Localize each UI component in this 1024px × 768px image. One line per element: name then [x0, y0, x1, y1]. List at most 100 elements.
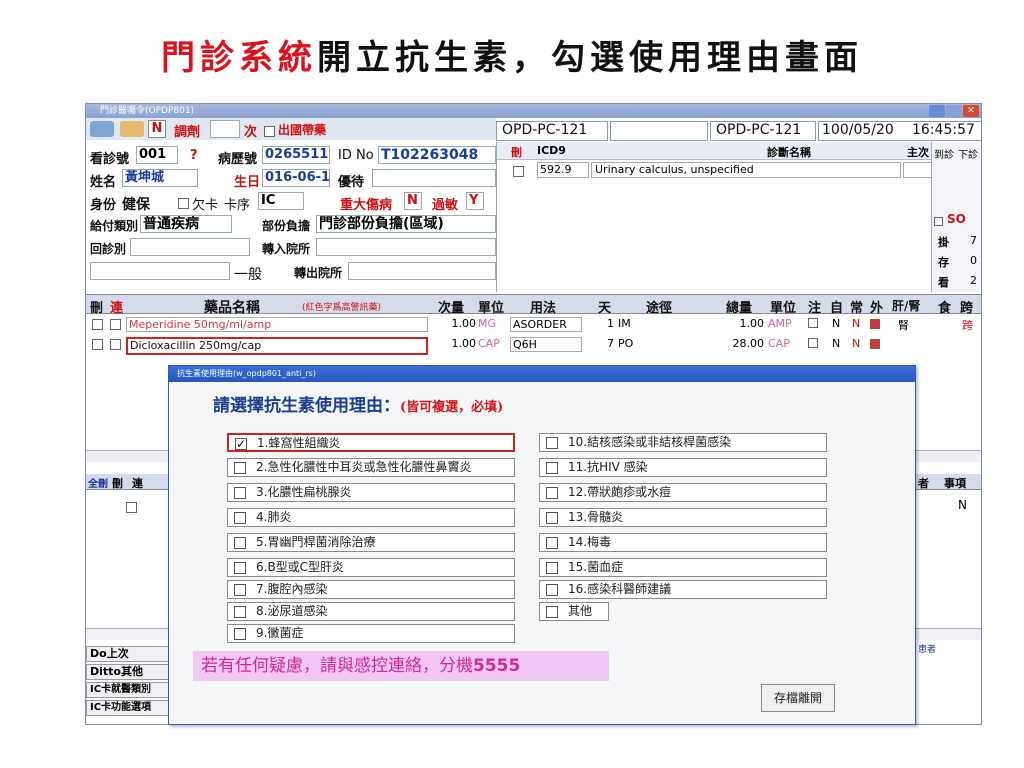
- row-out-icon[interactable]: [870, 319, 880, 329]
- reason-14-checkbox[interactable]: [546, 537, 558, 549]
- reason-3-checkbox[interactable]: [234, 487, 246, 499]
- reason-13[interactable]: 13.骨髓炎: [539, 508, 827, 527]
- lower-checkbox[interactable]: [126, 502, 137, 513]
- reason-6-label: 6.B型或C型肝炎: [256, 560, 345, 574]
- reason-9-checkbox[interactable]: [234, 628, 246, 640]
- pay-type-label: 給付類別: [90, 219, 139, 233]
- reason-14[interactable]: 14.梅毒: [539, 533, 827, 552]
- row-cont-checkbox[interactable]: [110, 339, 121, 350]
- refresh-icon[interactable]: [90, 121, 114, 137]
- row-note-checkbox[interactable]: [808, 318, 818, 328]
- row-days: 7: [607, 337, 614, 350]
- major-injury-field[interactable]: N: [404, 192, 422, 210]
- transfer-in-field[interactable]: [316, 238, 496, 256]
- row-drug-highlighted[interactable]: Dicloxacillin 250mg/cap: [126, 337, 428, 355]
- ci-label: 次: [244, 125, 258, 140]
- home-icon[interactable]: [120, 121, 144, 137]
- reason-5-checkbox[interactable]: [234, 537, 246, 549]
- query-button[interactable]: ?: [190, 148, 198, 163]
- visit-no-label: 看診號: [90, 152, 130, 167]
- reason-10-checkbox[interactable]: [546, 437, 558, 449]
- identity-value: 健保: [122, 197, 150, 213]
- do-last-button[interactable]: Do上次: [86, 646, 178, 662]
- next-label[interactable]: 下診: [958, 146, 978, 161]
- id-field[interactable]: T102263048: [378, 146, 496, 164]
- row-usage[interactable]: ASORDER: [510, 317, 582, 332]
- reason-4[interactable]: 4.肺炎: [227, 508, 515, 527]
- ditto-button[interactable]: Ditto其他: [86, 664, 178, 680]
- birth-field[interactable]: 016-06-14: [262, 169, 330, 187]
- reason-5[interactable]: 5.胃幽門桿菌消除治療: [227, 533, 515, 552]
- row-dose: 1.00: [451, 317, 477, 330]
- tiao-field[interactable]: [210, 120, 240, 138]
- row-note-checkbox[interactable]: [808, 338, 818, 348]
- reason-4-checkbox[interactable]: [234, 512, 246, 524]
- owe-card-checkbox[interactable]: [178, 198, 189, 209]
- row-out-icon[interactable]: [870, 339, 880, 349]
- card-seq-field[interactable]: IC: [258, 192, 304, 210]
- reason-8-checkbox[interactable]: [234, 606, 246, 618]
- row-total-unit: AMP: [768, 317, 792, 330]
- reason-1-checkbox[interactable]: ✓: [235, 438, 247, 450]
- gua-value: 7: [970, 234, 977, 247]
- diag-checkbox[interactable]: [513, 166, 524, 177]
- so-checkbox[interactable]: [934, 217, 943, 226]
- reason-3[interactable]: 3.化膿性扁桃腺炎: [227, 483, 515, 502]
- reason-7[interactable]: 7.腹腔內感染: [227, 580, 515, 599]
- row-cont-checkbox[interactable]: [110, 319, 121, 330]
- ic-visit-type-button[interactable]: IC卡就醫類別: [86, 682, 178, 698]
- row-drug[interactable]: Meperidine 50mg/ml/amp: [126, 317, 428, 332]
- arrive-label[interactable]: 到診: [934, 146, 954, 161]
- maximize-icon[interactable]: [946, 105, 962, 117]
- lower-cont-label: 連: [132, 477, 143, 490]
- reason-11-checkbox[interactable]: [546, 462, 558, 474]
- reason-7-checkbox[interactable]: [234, 584, 246, 596]
- row-usage[interactable]: Q6H: [510, 337, 582, 352]
- reason-other[interactable]: 其他: [539, 602, 609, 621]
- reason-2-checkbox[interactable]: [234, 462, 246, 474]
- minimize-icon[interactable]: [929, 105, 945, 117]
- visit-no-field[interactable]: 001: [136, 146, 178, 164]
- all-del-label[interactable]: 全刪: [88, 475, 108, 490]
- reason-1[interactable]: ✓ 1.蜂窩性組織炎: [227, 433, 515, 452]
- return-field[interactable]: [130, 238, 250, 256]
- copay-field[interactable]: 門診部份負擔(區域): [316, 215, 496, 233]
- ic-function-button[interactable]: IC卡功能選項: [86, 700, 178, 716]
- reason-9[interactable]: 9.黴菌症: [227, 624, 515, 643]
- travel-checkbox[interactable]: [264, 126, 275, 137]
- ord-col-note: 注: [808, 301, 822, 316]
- row-del-checkbox[interactable]: [92, 339, 103, 350]
- pay-type-field[interactable]: 普通疾病: [140, 215, 232, 233]
- reason-other-checkbox[interactable]: [546, 606, 558, 618]
- reason-15[interactable]: 15.菌血症: [539, 558, 827, 577]
- reason-6-checkbox[interactable]: [234, 562, 246, 574]
- reason-16-checkbox[interactable]: [546, 584, 558, 596]
- reason-2[interactable]: 2.急性化膿性中耳炎或急性化膿性鼻竇炎: [227, 458, 515, 477]
- name-field[interactable]: 黃坤城: [122, 169, 198, 187]
- diag-code[interactable]: 592.9: [537, 162, 589, 178]
- reason-10[interactable]: 10.結核感染或非結核桿菌感染: [539, 433, 827, 452]
- reason-11[interactable]: 11.抗HIV 感染: [539, 458, 827, 477]
- allergy-field[interactable]: Y: [466, 192, 484, 210]
- chart-no-field[interactable]: 0265511: [262, 146, 330, 164]
- reason-6[interactable]: 6.B型或C型肝炎: [227, 558, 515, 577]
- close-icon[interactable]: ✕: [963, 105, 979, 117]
- reason-16[interactable]: 16.感染科醫師建議: [539, 580, 827, 599]
- transfer-out-field[interactable]: [348, 262, 496, 280]
- reason-8[interactable]: 8.泌尿道感染: [227, 602, 515, 621]
- owe-card-label: 欠卡: [192, 198, 219, 213]
- reason-13-checkbox[interactable]: [546, 512, 558, 524]
- save-exit-button[interactable]: 存檔離開: [761, 684, 835, 712]
- pc-name-1: OPD-PC-121: [502, 122, 588, 138]
- row-dose: 1.00: [451, 337, 477, 350]
- blank-field[interactable]: [90, 262, 230, 280]
- priority-field[interactable]: [372, 169, 496, 187]
- row-del-checkbox[interactable]: [92, 319, 103, 330]
- reason-12[interactable]: 12.帶狀皰疹或水痘: [539, 483, 827, 502]
- n-toggle[interactable]: N: [148, 120, 166, 138]
- table-row[interactable]: Meperidine 50mg/ml/amp 1.00 MG ASORDER 1…: [86, 317, 981, 333]
- reason-15-checkbox[interactable]: [546, 562, 558, 574]
- reason-12-checkbox[interactable]: [546, 487, 558, 499]
- table-row[interactable]: Dicloxacillin 250mg/cap 1.00 CAP Q6H 7 P…: [86, 337, 981, 355]
- diag-desc[interactable]: Urinary calculus, unspecified: [591, 162, 901, 178]
